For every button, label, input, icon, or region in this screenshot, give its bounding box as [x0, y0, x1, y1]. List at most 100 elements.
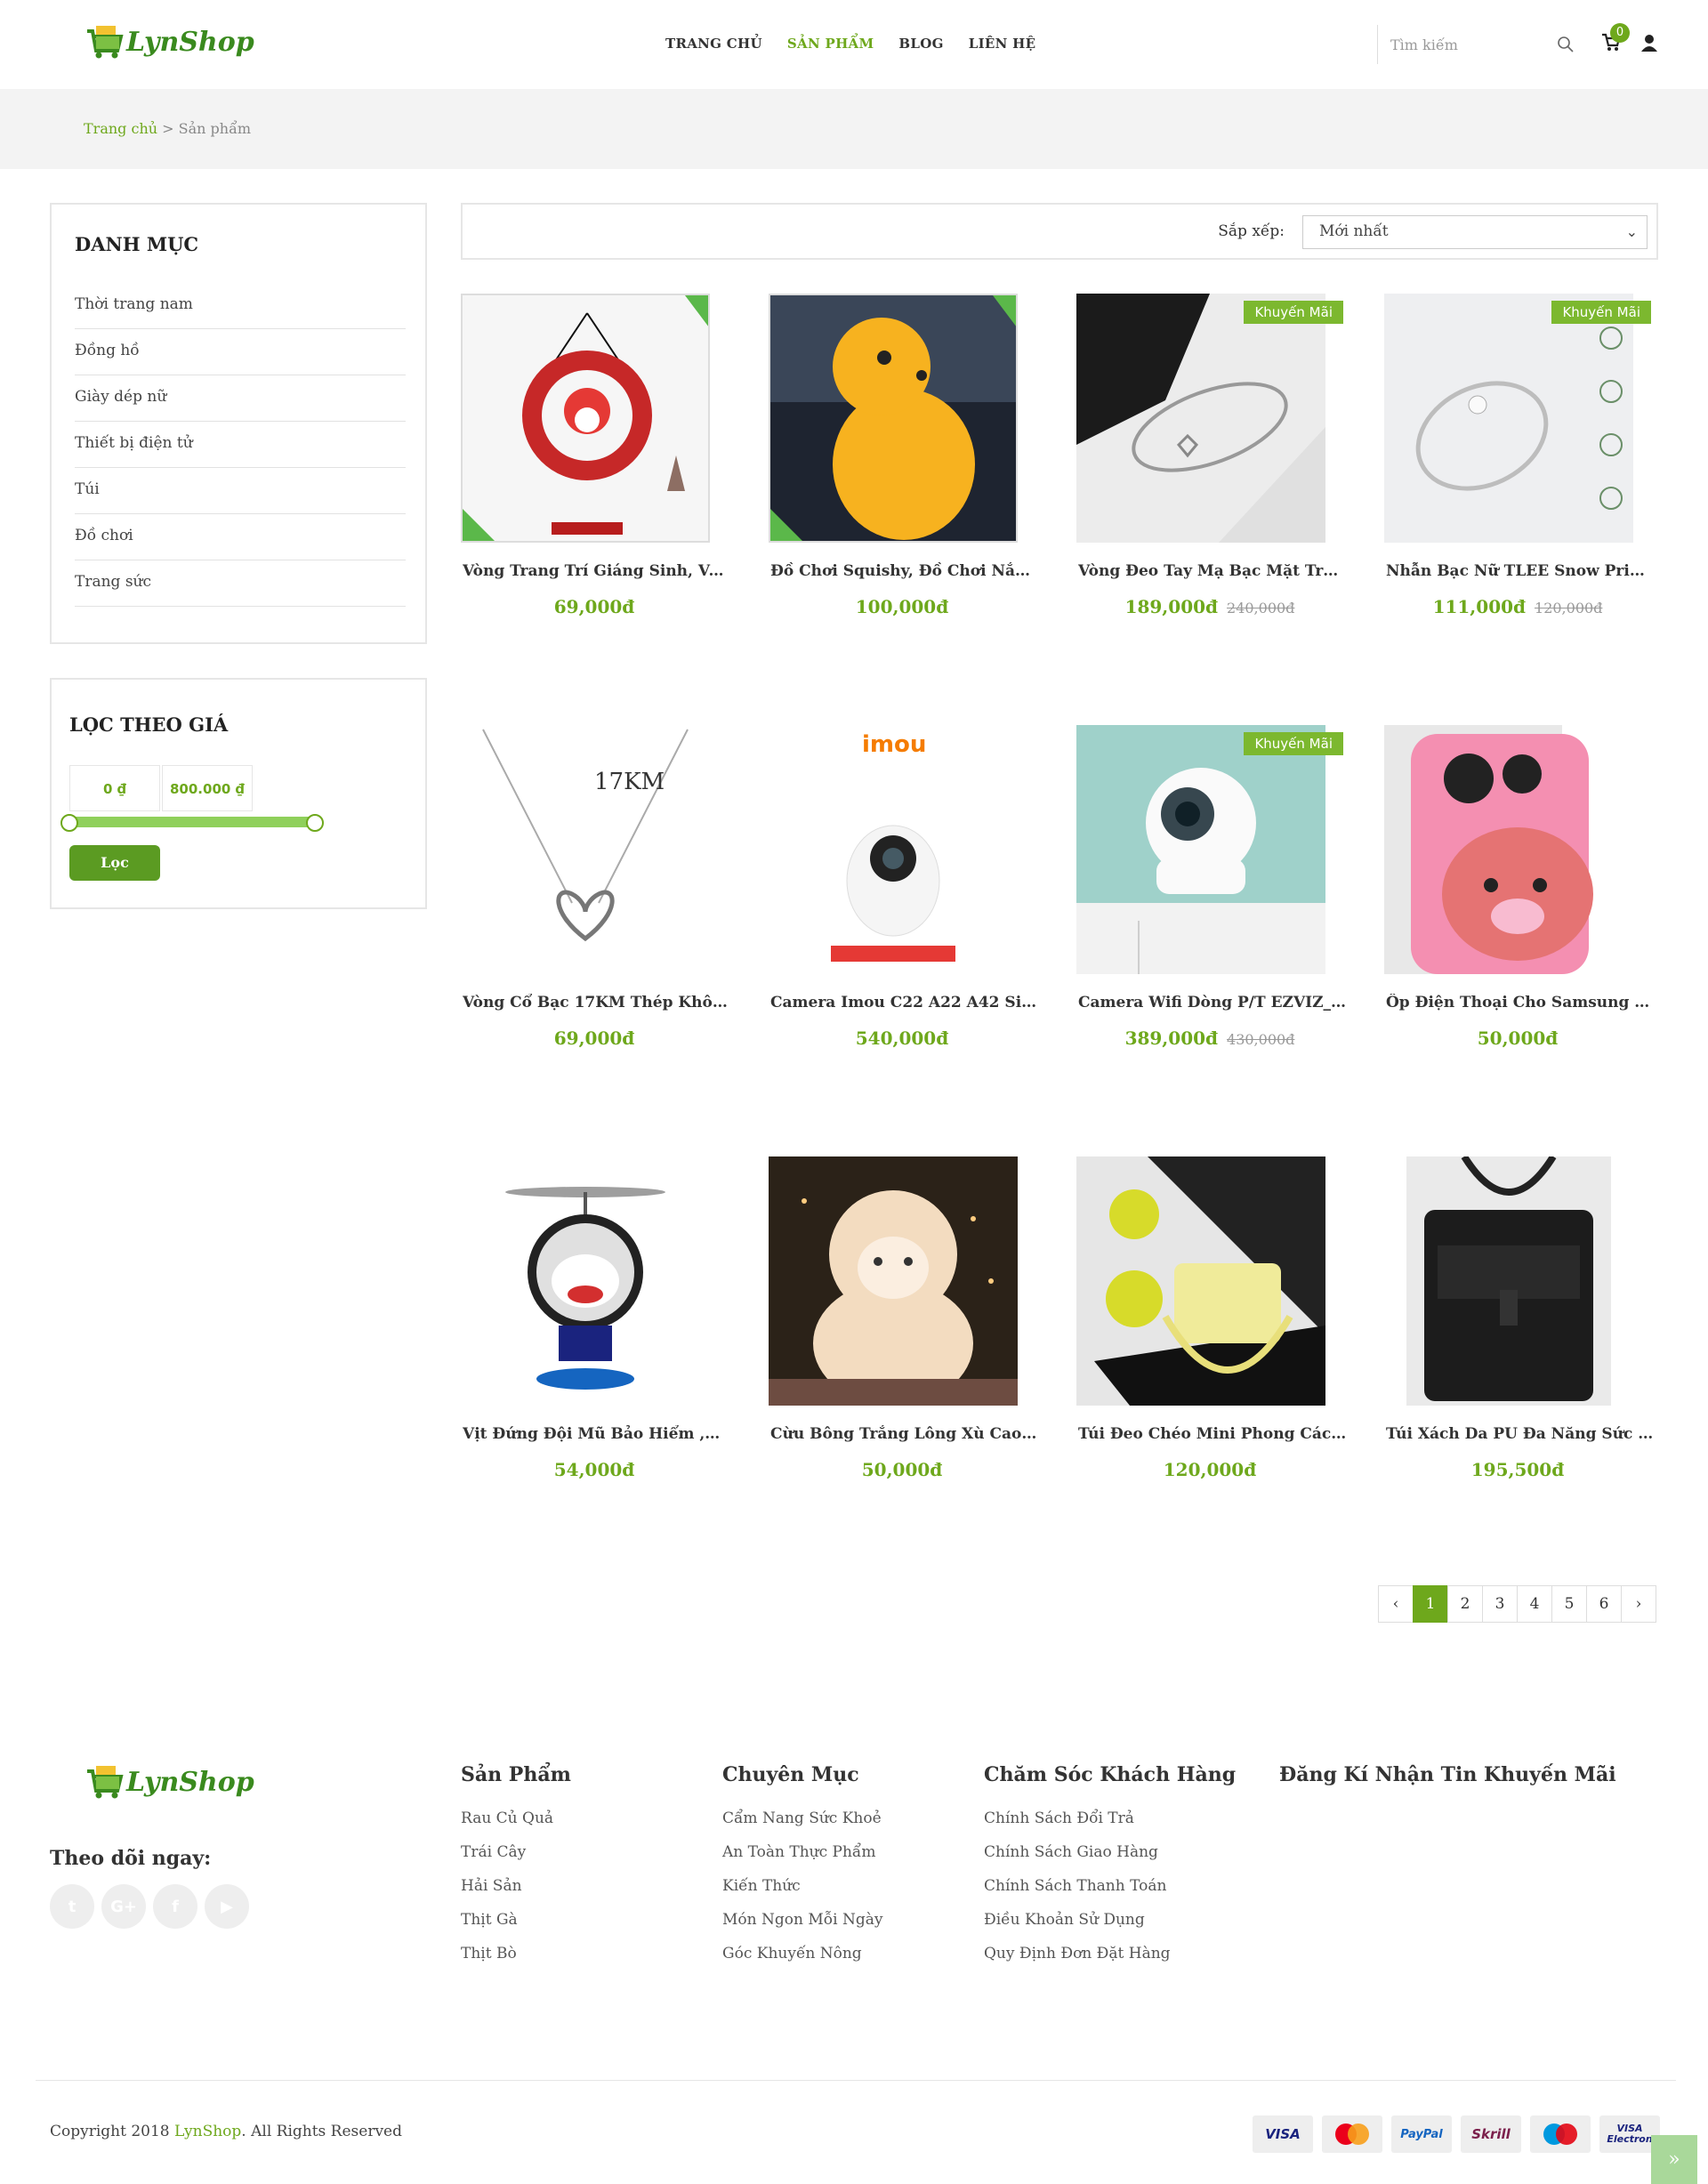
category-item[interactable]: Trang sức [75, 560, 406, 607]
product-name[interactable]: Vòng Trang Trí Giáng Sinh, Vòng Nguyệt Q… [463, 562, 731, 580]
logo-text: LynShop [126, 26, 254, 58]
product-name[interactable]: Ốp Điện Thoại Cho Samsung A12 A13 A14 [1386, 994, 1655, 1011]
product-image[interactable]: imou [769, 725, 1018, 974]
filter-button[interactable]: Lọc [69, 845, 160, 881]
price-range-min-handle[interactable] [60, 814, 78, 832]
product-name[interactable]: Camera Imou C22 A22 A42 Siêu Nét 4MP [770, 994, 1039, 1011]
footer-column-customer-care: Chăm Sóc Khách Hàng Chính Sách Đổi Trả C… [984, 1763, 1236, 1978]
footer-link[interactable]: Quy Định Đơn Đặt Hàng [984, 1945, 1236, 1978]
back-to-top-button[interactable]: » [1651, 2135, 1697, 2184]
footer-column-title: Sản Phẩm [461, 1763, 571, 1786]
breadcrumb-home[interactable]: Trang chủ [84, 120, 157, 137]
product-image[interactable] [461, 294, 710, 543]
twitter-icon[interactable]: t [50, 1884, 94, 1929]
footer-link[interactable]: Chính Sách Thanh Toán [984, 1877, 1236, 1911]
sort-selected: Mới nhất [1319, 222, 1389, 240]
product-price: 111,000đ 120,000đ [1384, 596, 1651, 617]
price-current: 50,000đ [1477, 1028, 1559, 1049]
footer-link[interactable]: Chính Sách Đổi Trả [984, 1809, 1236, 1843]
product-price: 54,000đ [461, 1459, 728, 1480]
product-image[interactable] [1076, 1156, 1325, 1406]
nav-products[interactable]: SẢN PHẨM [787, 36, 874, 52]
pagination-page[interactable]: 3 [1482, 1585, 1518, 1623]
product-name[interactable]: Vòng Cổ Bạc 17KM Thép Không Gỉ Mặt Tim [463, 994, 731, 1011]
product-name[interactable]: Vịt Đứng Đội Mũ Bảo Hiểm ,Vịt Gắn Xe [463, 1425, 731, 1443]
product-image[interactable] [1076, 294, 1325, 543]
nav-home[interactable]: TRANG CHỦ [665, 36, 762, 52]
product-name[interactable]: Túi Đeo Chéo Mini Phong Cách Phá Cách [1078, 1425, 1347, 1443]
search-icon[interactable] [1557, 36, 1575, 53]
footer-divider [36, 2080, 1676, 2081]
product-name[interactable]: Cừu Bông Trắng Lông Xù Cao Cấp - Gấu Bôn… [770, 1425, 1039, 1443]
product-name[interactable]: Túi Xách Da PU Đa Năng Sức Chứa Lớn [1386, 1425, 1655, 1443]
footer-link[interactable]: Hải Sản [461, 1877, 571, 1911]
footer-link[interactable]: Góc Khuyến Nông [722, 1945, 882, 1978]
product-name[interactable]: Camera Wifi Dòng P/T EZVIZ_C6N 1080P [1078, 994, 1347, 1011]
pagination-page[interactable]: 5 [1551, 1585, 1587, 1623]
nav-contact[interactable]: LIÊN HỆ [969, 36, 1036, 52]
breadcrumb-sep: > [157, 120, 179, 137]
price-old: 430,000đ [1227, 1031, 1295, 1048]
user-icon[interactable] [1640, 34, 1658, 52]
footer-link[interactable]: Cẩm Nang Sức Khoẻ [722, 1809, 882, 1843]
chevron-down-icon: ⌄ [1625, 223, 1638, 240]
category-item[interactable]: Đồng hồ [75, 329, 406, 375]
pagination-next[interactable]: › [1621, 1585, 1656, 1623]
pagination-page[interactable]: 4 [1517, 1585, 1552, 1623]
category-item[interactable]: Túi [75, 468, 406, 514]
pagination-page[interactable]: 1 [1413, 1585, 1448, 1623]
footer-link[interactable]: Trái Cây [461, 1843, 571, 1877]
maestro-icon [1530, 2115, 1591, 2153]
product-name[interactable]: Nhẫn Bạc Nữ TLEE Snow Princess Bạc Ý [1386, 562, 1655, 580]
search-placeholder: Tìm kiếm [1390, 36, 1458, 53]
product-image[interactable] [769, 294, 1018, 543]
logo[interactable]: LynShop [85, 21, 254, 62]
product-name[interactable]: Đồ Chơi Squishy, Đồ Chơi Nắn Bóp Giảm St… [770, 562, 1039, 580]
product-image[interactable] [1384, 1156, 1633, 1406]
price-filter-panel: LỌC THEO GIÁ 0 ₫ 800.000 ₫ Lọc [50, 678, 427, 909]
price-max-field[interactable]: 800.000 ₫ [162, 765, 253, 811]
pagination-page[interactable]: 6 [1586, 1585, 1622, 1623]
footer-link[interactable]: Chính Sách Giao Hàng [984, 1843, 1236, 1877]
category-item[interactable]: Thiết bị điện tử [75, 422, 406, 468]
breadcrumb: Trang chủ > Sản phẩm [0, 89, 1708, 169]
google-plus-icon[interactable]: G+ [101, 1884, 146, 1929]
product-image[interactable] [769, 1156, 1018, 1406]
copyright-brand[interactable]: LynShop [174, 2123, 241, 2140]
sort-select[interactable]: Mới nhất ⌄ [1302, 215, 1648, 249]
footer-logo[interactable]: LynShop [85, 1761, 254, 1802]
category-item[interactable]: Thời trang nam [75, 283, 406, 329]
product-image[interactable] [1384, 725, 1633, 974]
footer-link[interactable]: Thịt Gà [461, 1911, 571, 1945]
footer-link[interactable]: Món Ngon Mỗi Ngày [722, 1911, 882, 1945]
pagination-prev[interactable]: ‹ [1378, 1585, 1414, 1623]
product-price: 50,000đ [769, 1459, 1035, 1480]
search-input[interactable]: Tìm kiếm [1377, 25, 1582, 64]
footer-link[interactable]: Điều Khoản Sử Dụng [984, 1911, 1236, 1945]
footer-link[interactable]: Kiến Thức [722, 1877, 882, 1911]
facebook-icon[interactable]: f [153, 1884, 197, 1929]
price-min-field[interactable]: 0 ₫ [69, 765, 160, 811]
product-image[interactable] [1384, 294, 1633, 543]
footer-link[interactable]: Rau Củ Quả [461, 1809, 571, 1843]
price-current: 540,000đ [855, 1028, 949, 1049]
copyright: Copyright 2018 LynShop. All Rights Reser… [50, 2123, 402, 2140]
shopping-basket-logo-icon [87, 1766, 124, 1799]
product-name[interactable]: Vòng Đeo Tay Mạ Bạc Mặt Trái Tim [1078, 562, 1347, 580]
product-image[interactable] [1076, 725, 1325, 974]
price-range-track[interactable] [69, 817, 320, 827]
category-item[interactable]: Đồ chơi [75, 514, 406, 560]
product-image[interactable]: 17KM [461, 725, 710, 974]
price-current: 50,000đ [861, 1459, 943, 1480]
category-item[interactable]: Giày dép nữ [75, 375, 406, 422]
price-range-max-handle[interactable] [306, 814, 324, 832]
sort-bar: Sắp xếp: Mới nhất ⌄ [461, 203, 1658, 260]
youtube-icon[interactable]: ▶ [205, 1884, 249, 1929]
product-price: 189,000đ 240,000đ [1076, 596, 1343, 617]
footer-link[interactable]: An Toàn Thực Phẩm [722, 1843, 882, 1877]
product-image[interactable] [461, 1156, 710, 1406]
nav-blog[interactable]: BLOG [898, 36, 943, 52]
pagination-page[interactable]: 2 [1447, 1585, 1483, 1623]
main-nav: TRANG CHỦ SẢN PHẨM BLOG LIÊN HỆ [665, 36, 1035, 52]
footer-link[interactable]: Thịt Bò [461, 1945, 571, 1978]
